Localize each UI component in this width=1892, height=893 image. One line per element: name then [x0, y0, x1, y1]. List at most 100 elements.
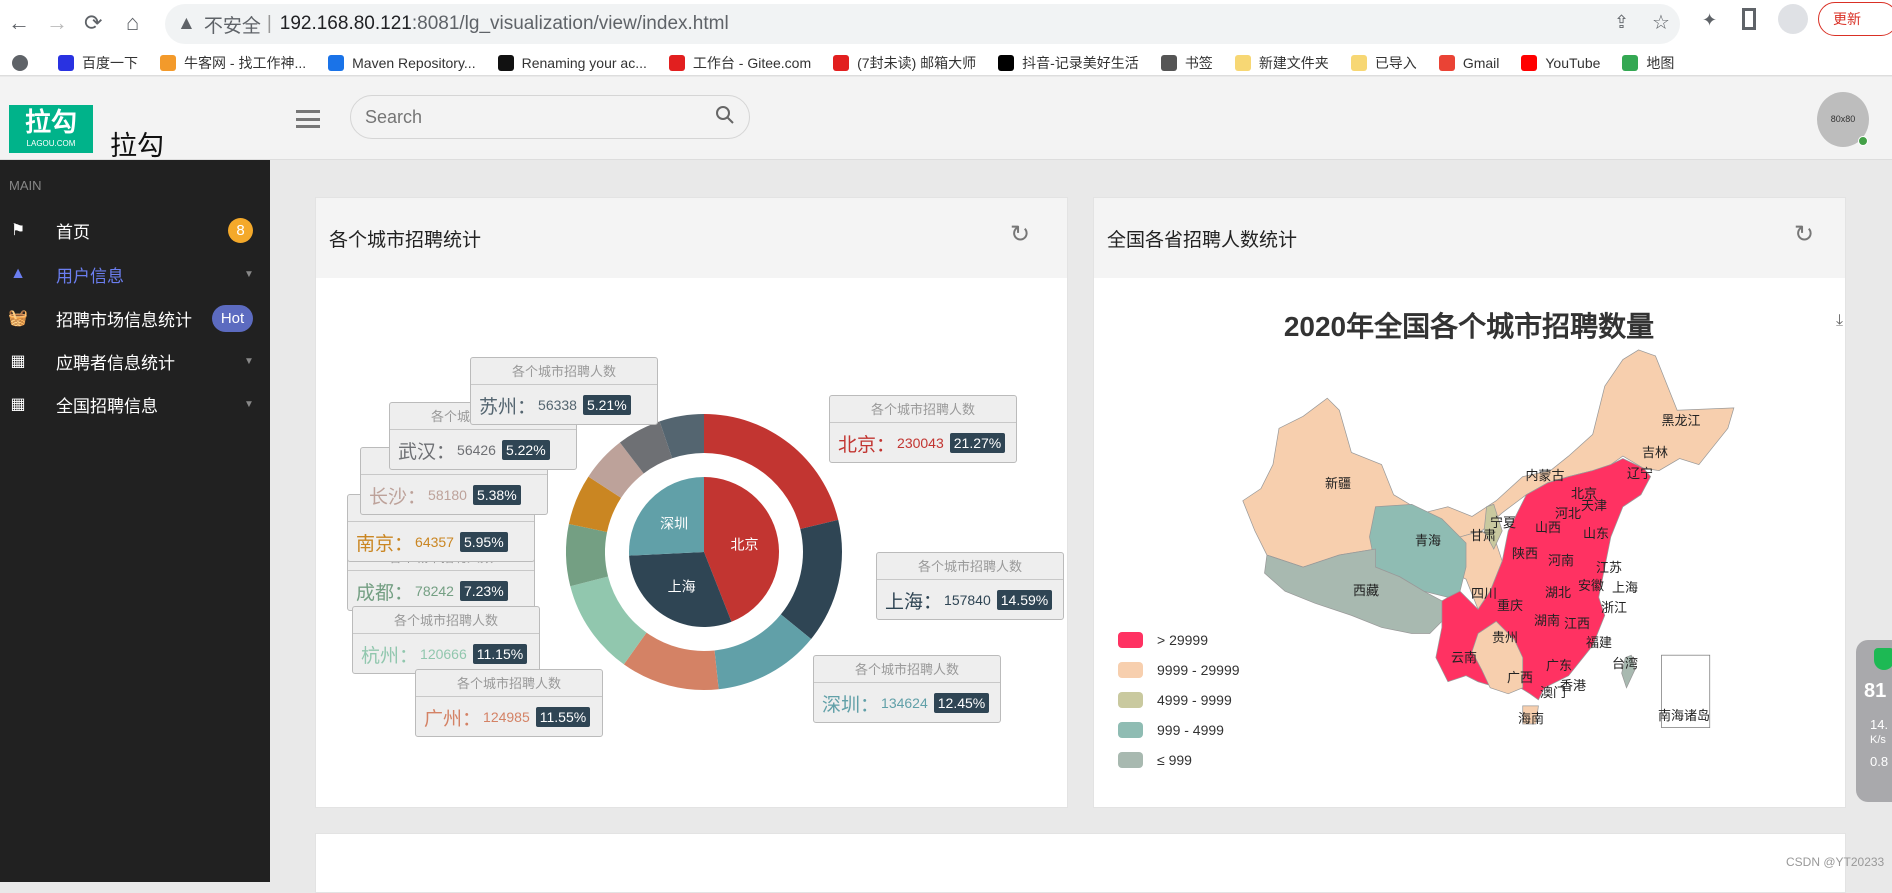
region-label: 重庆 — [1497, 598, 1523, 613]
region-label: 黑龙江 — [1661, 413, 1700, 428]
caret-down-icon: ▼ — [244, 268, 254, 280]
grid-icon: ▦ — [10, 396, 26, 413]
legend-item[interactable]: 9999 - 29999 — [1118, 662, 1240, 678]
region-label: 江西 — [1564, 616, 1590, 631]
profile-icon[interactable] — [1778, 4, 1808, 34]
bookmark-icon — [160, 54, 176, 71]
label-header: 各个城市招聘人数 — [416, 670, 602, 697]
bookmark-icon — [1438, 54, 1455, 71]
bookmark[interactable]: 抖音-记录美好生活 — [998, 53, 1139, 73]
logo[interactable]: 拉勾 LAGOU.COM — [9, 105, 93, 153]
sidebar-item-applicant-stats[interactable]: ▦ 应聘者信息统计 ▼ — [0, 341, 270, 381]
menu-toggle-icon[interactable] — [296, 110, 320, 128]
bookmarks-bar: 百度一下 牛客网 - 找工作神... Maven Repository... Rena… — [0, 50, 1892, 76]
city-name: 杭州 — [361, 645, 400, 667]
bookmark[interactable]: 工作台 - Gitee.com — [668, 53, 811, 73]
slice-label-box: 各个城市招聘人数 苏州： 56338 5.21% — [470, 357, 658, 425]
search-input[interactable] — [350, 95, 750, 139]
city-value: 56426 — [457, 442, 496, 458]
update-button[interactable]: 更新 — [1818, 2, 1892, 36]
search-icon[interactable] — [715, 105, 735, 125]
region-label: 辽宁 — [1627, 466, 1653, 481]
bookmark[interactable]: Gmail — [1438, 53, 1499, 73]
grid-icon: ▦ — [10, 353, 26, 370]
bookmark[interactable]: 书签 — [1160, 53, 1213, 73]
region-label: 上海 — [1612, 580, 1638, 595]
bookmark-icon — [1160, 54, 1177, 71]
caret-down-icon: ▼ — [244, 355, 254, 367]
bookmark[interactable]: (7封未读) 邮箱大师 — [833, 53, 976, 73]
slice-label-box: 各个城市招聘人数 北京： 230043 21.27% — [829, 395, 1017, 463]
bookmark[interactable]: 牛客网 - 找工作神... — [160, 53, 306, 73]
sidebar-item-national-jobs[interactable]: ▦ 全国招聘信息 ▼ — [0, 384, 270, 424]
inner-slice-label: 北京 — [731, 536, 759, 552]
region-label: 山东 — [1583, 526, 1609, 541]
city-percent: 5.95% — [459, 532, 508, 552]
apps-icon[interactable] — [12, 54, 36, 71]
legend-swatch — [1118, 662, 1143, 678]
bookmark-icon — [1234, 54, 1251, 71]
divider: | — [266, 13, 272, 34]
region-label: 四川 — [1471, 586, 1497, 601]
region-label: 福建 — [1586, 635, 1612, 650]
region-label: 山西 — [1535, 520, 1561, 535]
warning-icon: ▲ — [177, 13, 196, 34]
extensions-icon[interactable]: ✦ — [1702, 10, 1717, 31]
star-icon[interactable]: ☆ — [1652, 10, 1670, 35]
score: 81 — [1864, 680, 1887, 702]
bookmark[interactable]: 新建文件夹 — [1234, 53, 1329, 73]
label-header: 各个城市招聘人数 — [877, 553, 1063, 580]
region-label: 吉林 — [1642, 445, 1668, 460]
address-bar[interactable]: ▲ 不安全 | 192.168.80.121:8081/lg_visualiza… — [165, 4, 1680, 44]
bookmark-icon — [328, 54, 345, 71]
city-percent: 5.38% — [472, 485, 521, 505]
network-speed-widget[interactable]: 81 14. K/s 0.8 — [1856, 640, 1892, 802]
legend-item[interactable]: 4999 - 9999 — [1118, 692, 1232, 708]
sidebar: MAIN ⚑ 首页 8 ▲ 用户信息 ▼ 🧺 招聘市场信息统计 Hot ▦ 应聘… — [0, 160, 270, 882]
legend-item[interactable]: 999 - 4999 — [1118, 722, 1224, 738]
legend-item[interactable]: ≤ 999 — [1118, 752, 1192, 768]
region-label: 湖南 — [1534, 613, 1560, 628]
outer-slice[interactable] — [565, 524, 609, 587]
legend-item[interactable]: > 29999 — [1118, 632, 1208, 648]
sidebar-item-home[interactable]: ⚑ 首页 8 — [0, 210, 270, 250]
city-name: 北京 — [838, 434, 877, 456]
sidebar-item-user-info[interactable]: ▲ 用户信息 ▼ — [0, 254, 270, 294]
inner-slice-label: 深圳 — [660, 516, 688, 532]
region-label: 江苏 — [1596, 560, 1622, 575]
bookmark[interactable]: 地图 — [1622, 53, 1674, 73]
home-button[interactable]: ⌂ — [126, 10, 139, 36]
city-name: 长沙 — [369, 486, 408, 508]
outer-slice[interactable] — [780, 519, 842, 640]
region-label: 云南 — [1451, 650, 1477, 665]
bookmark[interactable]: Renaming your ac... — [497, 53, 647, 73]
reload-button[interactable]: ⟳ — [84, 10, 102, 36]
legend-swatch — [1118, 752, 1143, 768]
city-name: 广州 — [424, 708, 463, 730]
bookmark-icon — [998, 54, 1015, 71]
bookmark[interactable]: Maven Repository... — [328, 53, 476, 73]
region-label: 湖北 — [1545, 585, 1571, 600]
forward-button[interactable]: → — [46, 10, 68, 36]
city-value: 78242 — [415, 583, 454, 599]
region-label: 陕西 — [1512, 546, 1538, 561]
mountain-icon: ▲ — [10, 265, 26, 282]
flag-icon: ⚑ — [10, 222, 26, 239]
bookmark[interactable]: 百度一下 — [58, 53, 138, 73]
bookmark[interactable]: 已导入 — [1350, 53, 1417, 73]
region-label: 南海诸岛 — [1658, 708, 1710, 723]
share-icon[interactable]: ⇪ — [1614, 12, 1629, 33]
sidepanel-icon[interactable] — [1742, 8, 1756, 30]
insecure-label: 不安全 — [203, 15, 261, 37]
refresh-icon[interactable]: ↻ — [1794, 220, 1814, 249]
refresh-icon[interactable]: ↻ — [1010, 220, 1030, 249]
city-percent: 7.23% — [459, 581, 508, 601]
app-header — [0, 77, 1892, 160]
back-button[interactable]: ← — [8, 10, 30, 36]
city-percent: 11.55% — [535, 707, 591, 727]
bookmark[interactable]: YouTube — [1521, 53, 1600, 73]
city-percent: 12.45% — [933, 693, 990, 713]
sidebar-item-market-stats[interactable]: 🧺 招聘市场信息统计 Hot — [0, 298, 270, 338]
card-title: 全国各省招聘人数统计 — [1107, 230, 1298, 251]
label-header: 各个城市招聘人数 — [353, 607, 539, 634]
